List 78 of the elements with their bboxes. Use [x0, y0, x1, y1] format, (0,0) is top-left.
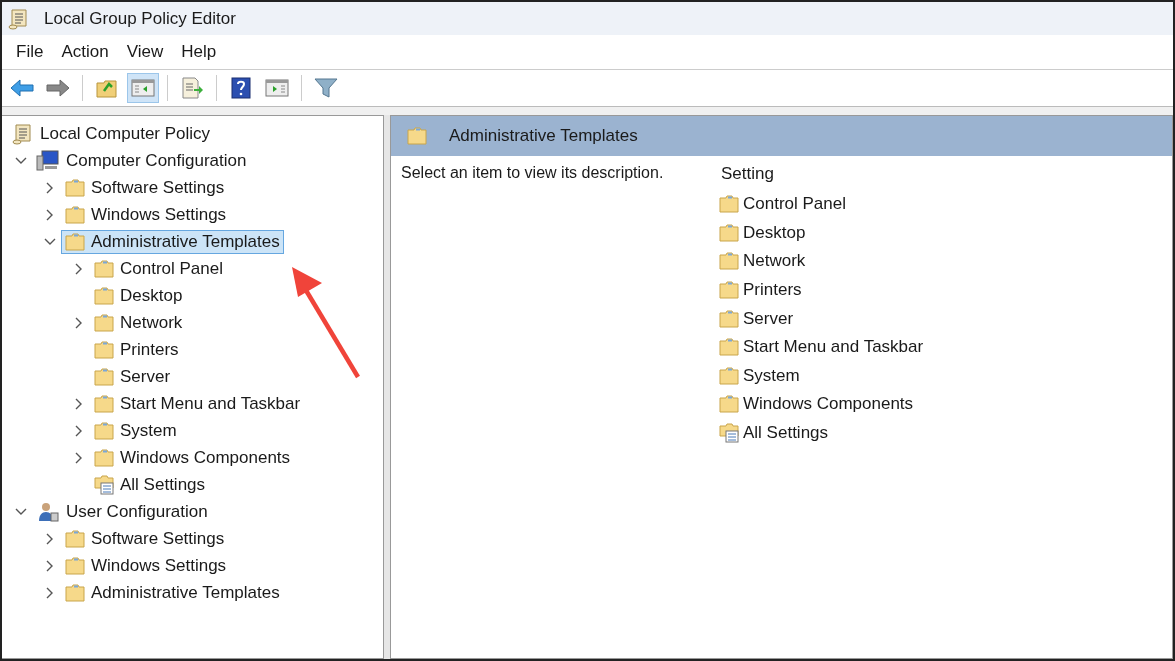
folder-icon — [94, 313, 114, 332]
chevron-right-icon[interactable] — [46, 532, 54, 545]
list-item[interactable]: Printers — [743, 280, 802, 301]
chevron-right-icon[interactable] — [75, 451, 83, 464]
tree-item[interactable]: Windows Settings — [61, 202, 231, 227]
tree-item[interactable]: Administrative Templates — [61, 580, 284, 605]
tree-item[interactable]: Desktop — [90, 283, 187, 308]
settings-list-icon — [94, 474, 114, 495]
chevron-right-icon[interactable] — [75, 397, 83, 410]
tree-item[interactable]: Windows Settings — [61, 553, 231, 578]
chevron-right-icon[interactable] — [46, 208, 54, 221]
folder-icon — [94, 448, 114, 467]
user-icon — [36, 500, 60, 523]
list-item[interactable]: All Settings — [743, 423, 829, 444]
tree-item[interactable]: Administrative Templates — [61, 229, 284, 254]
folder-icon — [94, 259, 114, 278]
chevron-right-icon[interactable] — [46, 559, 54, 572]
list-item[interactable]: Start Menu and Taskbar — [743, 337, 924, 358]
folder-icon — [719, 223, 739, 242]
tree-item[interactable]: Network — [90, 310, 187, 335]
menu-item[interactable]: Help — [173, 38, 225, 66]
folder-icon — [94, 394, 114, 413]
folder-icon — [407, 127, 427, 145]
scroll-icon — [8, 7, 30, 30]
scroll-icon — [12, 122, 34, 145]
folder-icon — [65, 178, 85, 197]
folder-icon — [94, 367, 114, 386]
chevron-right-icon[interactable] — [75, 262, 83, 275]
tree-item[interactable]: All Settings — [90, 472, 210, 497]
folder-icon — [94, 340, 114, 359]
tree-item[interactable]: Computer Configuration — [32, 147, 251, 174]
menu-item[interactable]: Action — [53, 38, 117, 66]
chevron-down-icon[interactable] — [15, 156, 27, 165]
folder-icon — [719, 366, 739, 385]
tree-item[interactable]: System — [90, 418, 181, 443]
folder-icon — [719, 338, 739, 357]
tree-item[interactable]: User Configuration — [32, 498, 212, 525]
chevron-right-icon[interactable] — [75, 316, 83, 329]
settings-list-icon — [719, 423, 739, 444]
list-item[interactable]: Network — [743, 251, 806, 272]
folder-icon — [65, 556, 85, 575]
column-header[interactable]: Setting — [719, 162, 924, 190]
folder-icon — [65, 583, 85, 602]
tree-item[interactable]: Windows Components — [90, 445, 295, 470]
help-icon[interactable] — [231, 77, 251, 99]
folder-icon — [94, 421, 114, 440]
folder-icon — [719, 309, 739, 328]
chevron-right-icon[interactable] — [75, 424, 83, 437]
folder-icon — [719, 195, 739, 214]
computer-icon — [36, 149, 60, 172]
folder-icon — [65, 529, 85, 548]
tree-item[interactable]: Control Panel — [90, 256, 227, 281]
chevron-right-icon[interactable] — [46, 586, 54, 599]
list-item[interactable]: Desktop — [743, 222, 806, 243]
description-text: Select an item to view its description. — [401, 163, 665, 183]
folder-icon — [719, 281, 739, 300]
folder-icon — [65, 205, 85, 224]
tree-item[interactable]: Start Menu and Taskbar — [90, 391, 305, 416]
folder-icon — [719, 252, 739, 271]
list-item[interactable]: Server — [743, 308, 794, 329]
list-item[interactable]: System — [743, 365, 800, 386]
tree-item[interactable]: Printers — [90, 337, 183, 362]
window-title: Local Group Policy Editor — [44, 8, 236, 29]
tree-item[interactable]: Server — [90, 364, 175, 389]
folder-icon — [65, 232, 85, 251]
tree-item[interactable]: Local Computer Policy — [8, 120, 215, 147]
tree-item[interactable]: Software Settings — [61, 175, 229, 200]
menu-item[interactable]: View — [118, 38, 172, 66]
chevron-down-icon[interactable] — [15, 507, 27, 516]
chevron-right-icon[interactable] — [46, 181, 54, 194]
list-item[interactable]: Windows Components — [743, 394, 914, 415]
list-item[interactable]: Control Panel — [743, 194, 846, 215]
folder-icon — [94, 286, 114, 305]
details-title: Administrative Templates — [449, 126, 638, 146]
chevron-down-icon[interactable] — [44, 237, 56, 246]
folder-icon — [719, 395, 739, 414]
menu-item[interactable]: File — [8, 38, 52, 66]
tree-item[interactable]: Software Settings — [61, 526, 229, 551]
